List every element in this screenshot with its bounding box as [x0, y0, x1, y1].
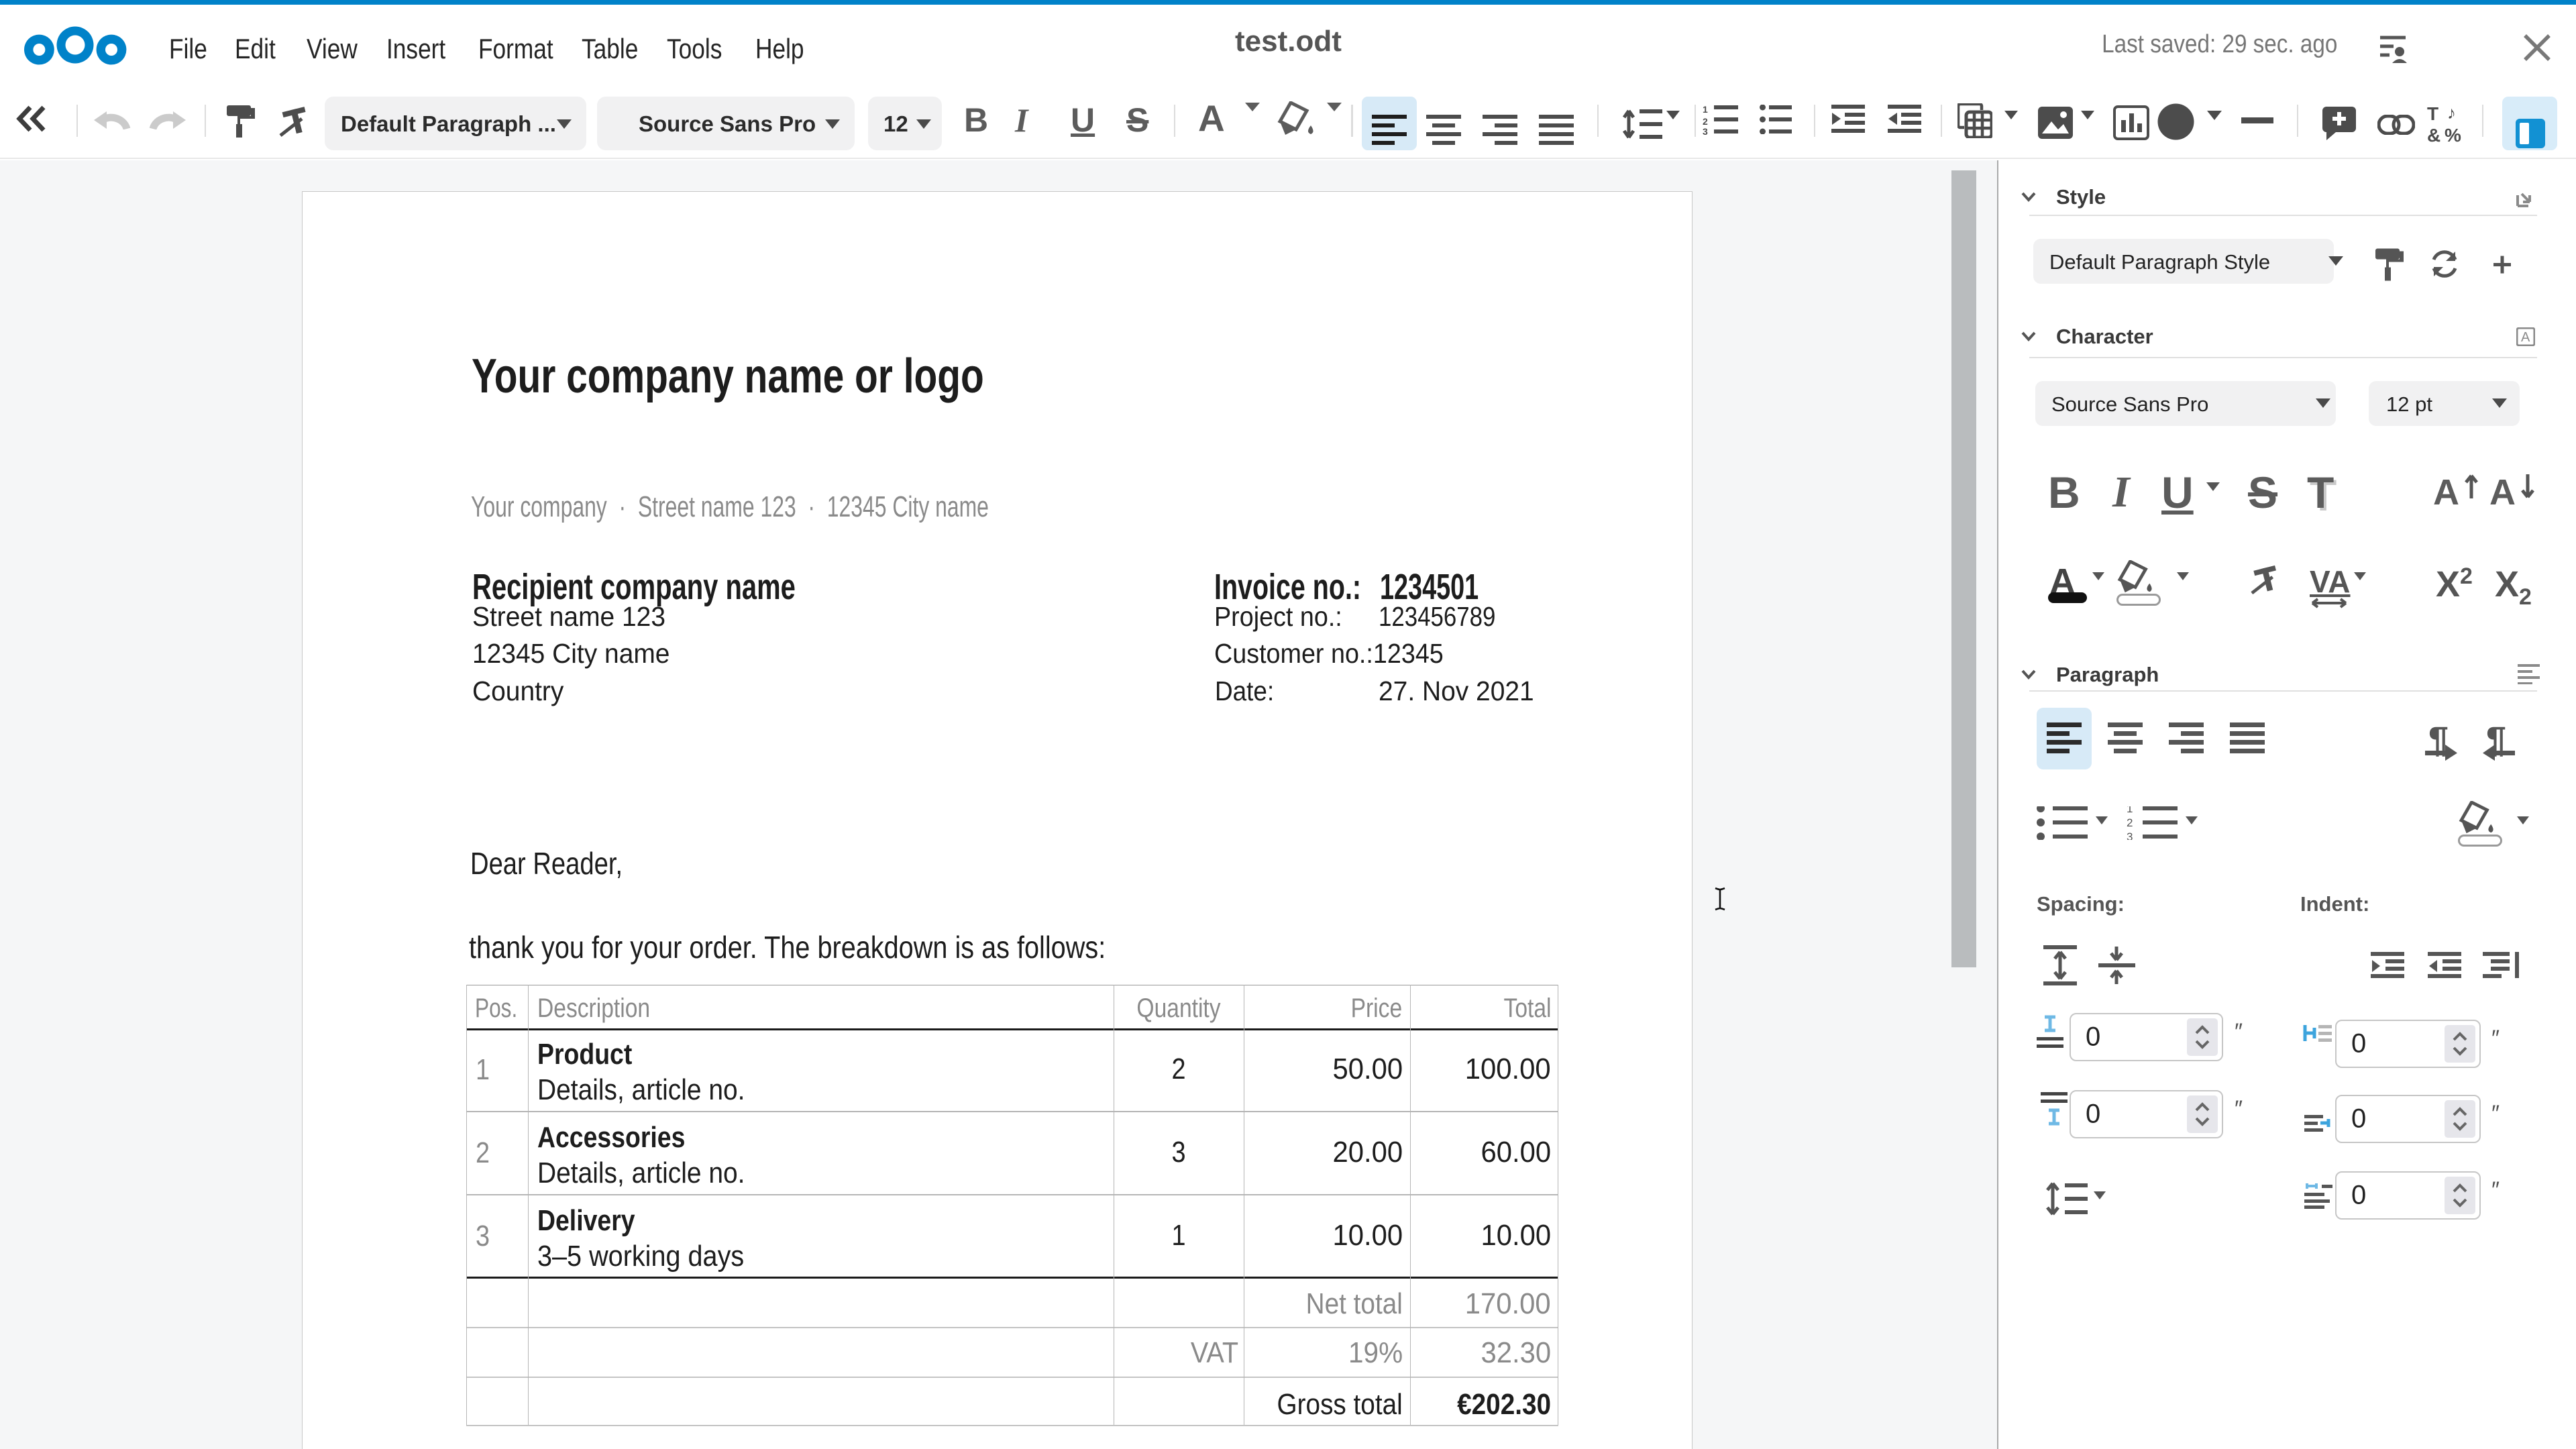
svg-text:T: T [2427, 105, 2438, 124]
svg-text:1: 1 [1703, 105, 1708, 115]
svg-text:♪: ♪ [2447, 105, 2456, 123]
svg-text:2: 2 [1703, 116, 1708, 127]
svg-text:2: 2 [2127, 816, 2133, 829]
svg-text:&: & [2427, 125, 2440, 143]
svg-text:A: A [2521, 330, 2530, 345]
svg-text:3: 3 [2127, 830, 2133, 840]
svg-text:%: % [2445, 125, 2461, 143]
svg-text:1: 1 [2127, 806, 2133, 815]
svg-text:3: 3 [1703, 126, 1708, 136]
